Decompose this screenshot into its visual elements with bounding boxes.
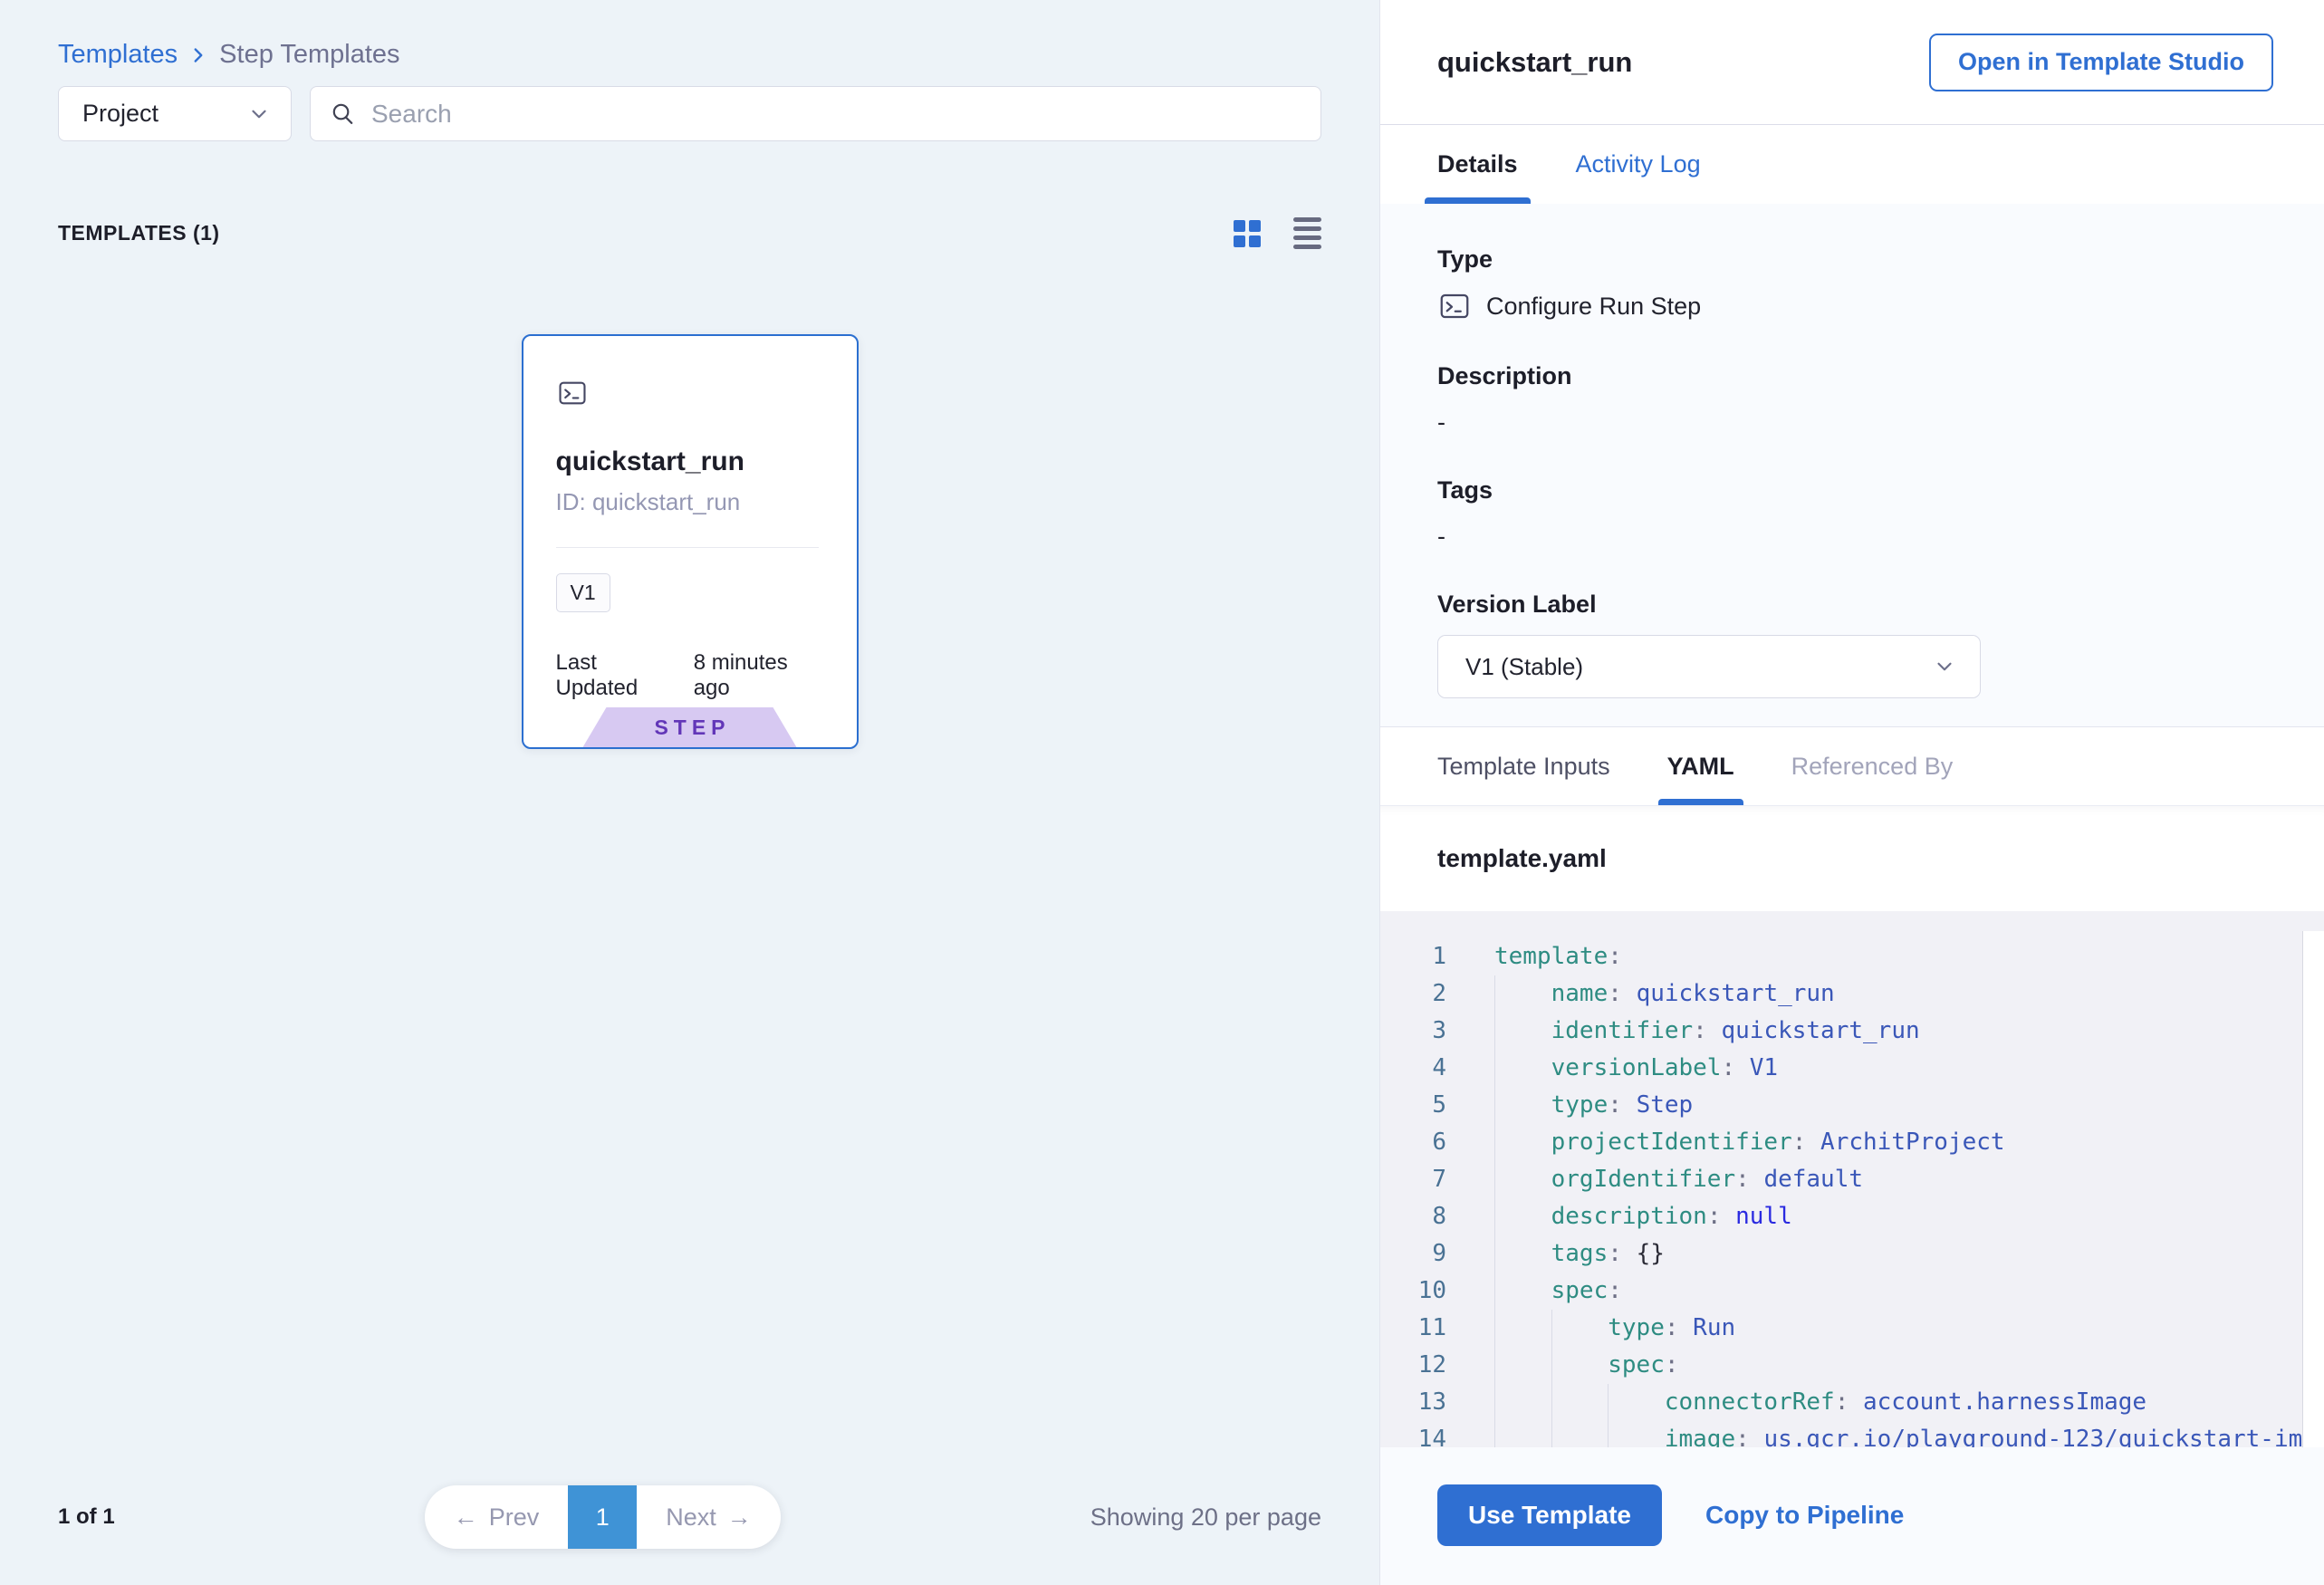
yaml-line: 8 description: null	[1380, 1198, 2324, 1235]
tab-details[interactable]: Details	[1437, 125, 1518, 204]
chevron-down-icon	[247, 102, 271, 126]
card-title: quickstart_run	[556, 447, 824, 477]
yaml-line: 9 tags: {}	[1380, 1235, 2324, 1273]
breadcrumb: Templates Step Templates	[58, 40, 1321, 70]
template-card[interactable]: quickstart_run ID: quickstart_run V1 Las…	[522, 334, 859, 749]
version-select-value: V1 (Stable)	[1465, 653, 1583, 681]
step-type-ribbon: STEP	[583, 707, 797, 747]
version-label: Version Label	[1437, 591, 2267, 619]
yaml-line: 2 name: quickstart_run	[1380, 975, 2324, 1013]
chevron-down-icon	[1933, 655, 1956, 678]
page-1-button[interactable]: 1	[568, 1485, 637, 1549]
prev-page-button[interactable]: ← Prev	[425, 1485, 569, 1549]
yaml-line: 12 spec:	[1380, 1347, 2324, 1384]
card-id: ID: quickstart_run	[556, 488, 824, 516]
templates-list-panel: Templates Step Templates Project TEMPLAT	[0, 0, 1379, 1585]
yaml-line: 1template:	[1380, 938, 2324, 975]
templates-grid: quickstart_run ID: quickstart_run V1 Las…	[58, 334, 1321, 749]
templates-count-heading: TEMPLATES (1)	[58, 221, 220, 245]
terminal-icon	[1437, 290, 1472, 322]
open-template-studio-button[interactable]: Open in Template Studio	[1929, 34, 2273, 91]
search-input[interactable]	[371, 100, 1302, 129]
use-template-button[interactable]: Use Template	[1437, 1484, 1662, 1546]
page-size-text: Showing 20 per page	[1090, 1503, 1321, 1532]
tags-label: Tags	[1437, 476, 2267, 504]
page-summary: 1 of 1	[58, 1504, 115, 1530]
yaml-line: 10 spec:	[1380, 1273, 2324, 1310]
details-title: quickstart_run	[1437, 46, 1632, 79]
search-box	[310, 86, 1321, 141]
scope-select-value: Project	[82, 100, 158, 128]
description-label: Description	[1437, 362, 2267, 390]
filters-row: Project	[58, 86, 1321, 141]
pager: ← Prev 1 Next →	[425, 1485, 781, 1549]
grid-view-icon[interactable]	[1234, 220, 1261, 247]
last-updated-value: 8 minutes ago	[694, 650, 824, 701]
yaml-file-header: template.yaml	[1380, 806, 2324, 911]
breadcrumb-current: Step Templates	[219, 40, 399, 70]
copy-to-pipeline-link[interactable]: Copy to Pipeline	[1705, 1501, 1904, 1530]
last-updated-row: Last Updated 8 minutes ago	[556, 650, 824, 701]
details-actions: Use Template Copy to Pipeline	[1380, 1447, 2324, 1583]
details-header: quickstart_run Open in Template Studio	[1380, 0, 2324, 124]
details-tabs: Details Activity Log	[1380, 124, 2324, 204]
yaml-line: 7 orgIdentifier: default	[1380, 1161, 2324, 1198]
scope-select[interactable]: Project	[58, 86, 292, 141]
search-icon	[329, 100, 357, 128]
arrow-right-icon: →	[727, 1503, 752, 1532]
yaml-editor[interactable]: 1template:2 name: quickstart_run3 identi…	[1380, 911, 2324, 1447]
yaml-code: 1template:2 name: quickstart_run3 identi…	[1380, 938, 2324, 1447]
yaml-line: 11 type: Run	[1380, 1310, 2324, 1347]
tab-template-inputs[interactable]: Template Inputs	[1437, 727, 1610, 805]
yaml-line: 4 versionLabel: V1	[1380, 1050, 2324, 1087]
breadcrumb-chevron-icon	[187, 43, 210, 67]
template-details-panel: quickstart_run Open in Template Studio D…	[1379, 0, 2324, 1585]
tab-referenced-by[interactable]: Referenced By	[1791, 727, 1954, 805]
tab-activity-log[interactable]: Activity Log	[1576, 125, 1701, 204]
terminal-icon	[556, 378, 824, 408]
view-toggles	[1234, 217, 1321, 249]
yaml-subtabs: Template Inputs YAML Referenced By	[1380, 726, 2324, 806]
code-scrollbar[interactable]	[2302, 931, 2324, 1447]
yaml-line: 14 image: us.gcr.io/playground-123/quick…	[1380, 1421, 2324, 1447]
list-view-icon[interactable]	[1293, 217, 1321, 249]
description-value: -	[1437, 408, 2267, 437]
pagination-footer: 1 of 1 ← Prev 1 Next → Showing 20 per pa…	[0, 1449, 1379, 1585]
yaml-line: 6 projectIdentifier: ArchitProject	[1380, 1124, 2324, 1161]
yaml-file-name: template.yaml	[1437, 844, 1607, 873]
templates-section-head: TEMPLATES (1)	[58, 217, 1321, 249]
type-label: Type	[1437, 245, 2267, 274]
yaml-line: 13 connectorRef: account.harnessImage	[1380, 1384, 2324, 1421]
yaml-line: 5 type: Step	[1380, 1087, 2324, 1124]
version-select[interactable]: V1 (Stable)	[1437, 635, 1981, 698]
next-page-button[interactable]: Next →	[637, 1485, 781, 1549]
card-divider	[556, 547, 819, 548]
type-row: Configure Run Step	[1437, 290, 2267, 322]
tags-value: -	[1437, 523, 2267, 551]
tab-yaml[interactable]: YAML	[1667, 727, 1734, 805]
details-content: Type Configure Run Step Description - Ta…	[1380, 204, 2324, 726]
breadcrumb-templates-link[interactable]: Templates	[58, 40, 178, 70]
version-badge: V1	[556, 573, 610, 612]
type-value: Configure Run Step	[1486, 293, 1701, 321]
last-updated-label: Last Updated	[556, 650, 679, 701]
arrow-left-icon: ←	[454, 1503, 478, 1532]
yaml-line: 3 identifier: quickstart_run	[1380, 1013, 2324, 1050]
